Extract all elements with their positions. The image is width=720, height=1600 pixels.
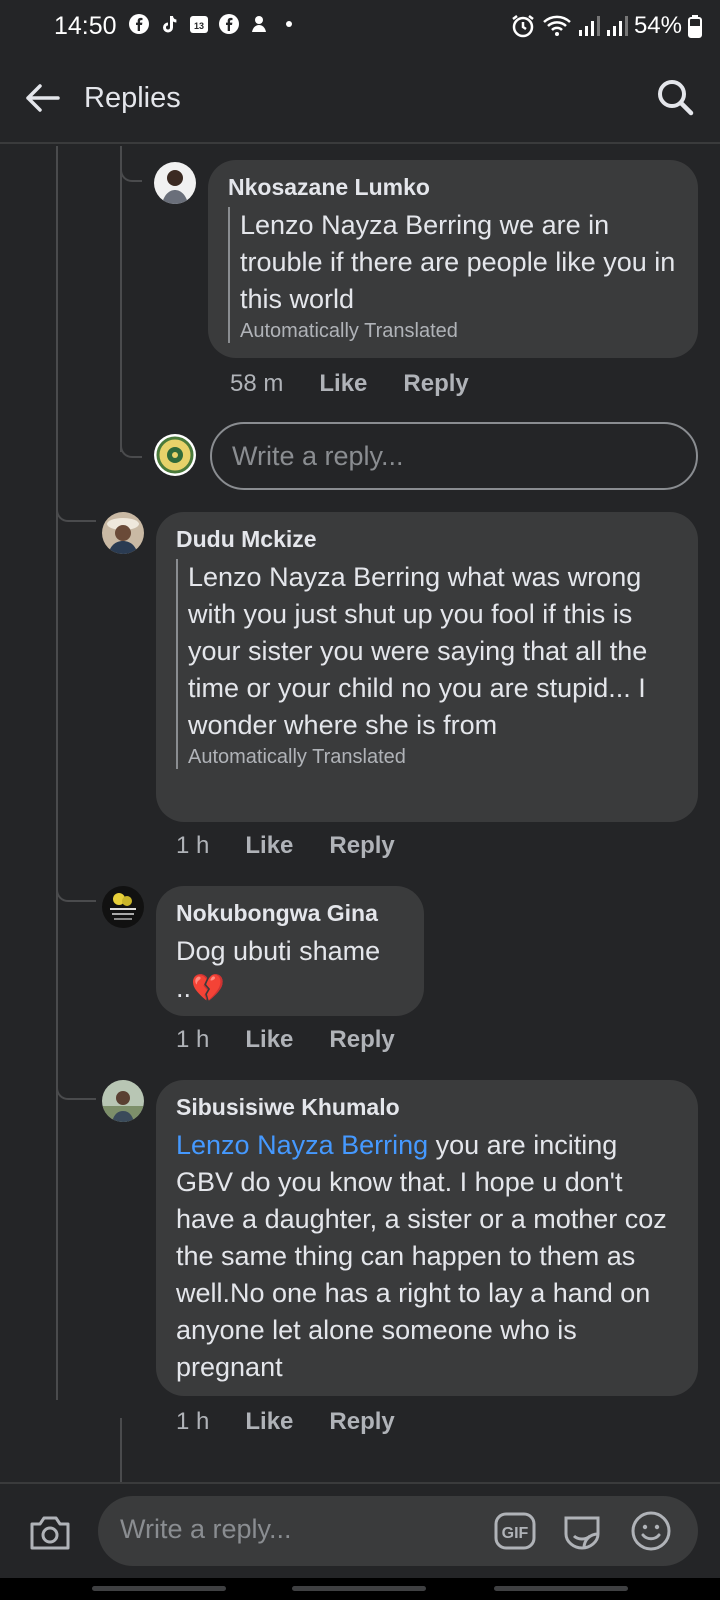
thread-connector (56, 1064, 96, 1100)
status-bar: 14:50 13 54% (0, 0, 720, 52)
thread-line (120, 1418, 122, 1482)
comment-actions: 58 m Like Reply (230, 370, 469, 398)
reply-button[interactable]: Reply (329, 1026, 394, 1054)
tiktok-icon (163, 16, 177, 33)
signal-icon (578, 16, 600, 36)
app-notification-icon (252, 16, 266, 32)
comment-text: Lenzo Nayza Berring we are in trouble if… (240, 210, 676, 314)
thread-connector (56, 866, 96, 902)
calendar-icon: 13 (190, 16, 208, 33)
like-button[interactable]: Like (245, 1408, 293, 1436)
search-icon[interactable] (654, 76, 696, 118)
comment-time[interactable]: 58 m (230, 370, 283, 398)
reply-button[interactable]: Reply (329, 832, 394, 860)
nav-back-button[interactable] (494, 1586, 628, 1591)
comment-bubble[interactable]: Nokubongwa Gina Dog ubuti shame ..💔 (156, 886, 424, 1016)
comment-text-body: you are inciting GBV do you know that. I… (176, 1130, 667, 1382)
nav-home-button[interactable] (292, 1586, 426, 1591)
comment-text: Lenzo Nayza Berring what was wrong with … (188, 562, 648, 740)
like-button[interactable]: Like (319, 370, 367, 398)
sticker-icon[interactable] (560, 1510, 604, 1554)
composer-input[interactable]: Write a reply... GIF (98, 1496, 698, 1566)
svg-text:GIF: GIF (502, 1525, 529, 1542)
comment-actions: 1 h Like Reply (176, 1408, 395, 1436)
comment-quote: Lenzo Nayza Berring what was wrong with … (176, 559, 678, 769)
comment-author[interactable]: Dudu Mckize (176, 526, 678, 553)
more-dot-icon (286, 21, 292, 27)
alarm-icon (512, 15, 534, 38)
emoji-icon[interactable] (630, 1510, 672, 1552)
comment-author[interactable]: Nkosazane Lumko (228, 174, 678, 201)
comment-time[interactable]: 1 h (176, 1026, 209, 1054)
gif-icon[interactable]: GIF (494, 1510, 536, 1552)
comment-text: Dog ubuti shame (176, 936, 381, 966)
comment-actions: 1 h Like Reply (176, 832, 395, 860)
reply-button[interactable]: Reply (403, 370, 468, 398)
svg-text:13: 13 (194, 21, 204, 31)
reply-input[interactable]: Write a reply... (210, 422, 698, 490)
battery-icon (688, 15, 702, 38)
avatar[interactable] (102, 512, 144, 554)
comment-text: Lenzo Nayza Berring you are inciting GBV… (176, 1127, 678, 1386)
avatar[interactable] (154, 162, 196, 204)
comment-author[interactable]: Sibusisiwe Khumalo (176, 1094, 678, 1121)
translation-label[interactable]: Automatically Translated (188, 746, 678, 769)
replies-thread[interactable]: Nkosazane Lumko Lenzo Nayza Berring we a… (0, 146, 720, 1482)
like-button[interactable]: Like (245, 1026, 293, 1054)
comment-quote: Lenzo Nayza Berring we are in trouble if… (228, 207, 678, 343)
system-nav-bar (0, 1578, 720, 1600)
translation-label[interactable]: Automatically Translated (240, 320, 678, 343)
facebook-icon (129, 14, 149, 34)
comment-bubble[interactable]: Nkosazane Lumko Lenzo Nayza Berring we a… (208, 160, 698, 358)
mention-link[interactable]: Lenzo Nayza Berring (176, 1130, 428, 1160)
avatar[interactable] (102, 886, 144, 928)
wifi-icon (543, 15, 571, 36)
reply-composer: Write a reply... GIF (0, 1482, 720, 1578)
comment-text-line2: ..💔 (176, 973, 225, 1003)
thread-line (56, 146, 58, 1400)
battery-percent: 54% (633, 12, 682, 39)
back-arrow-icon[interactable] (22, 78, 62, 118)
status-time: 14:50 (54, 12, 117, 40)
header-bar: Replies (0, 52, 720, 144)
notification-icons: 13 (128, 13, 300, 35)
facebook-icon (219, 14, 239, 34)
comment-time[interactable]: 1 h (176, 1408, 209, 1436)
thread-line (120, 146, 122, 452)
thread-connector (56, 486, 96, 522)
composer-placeholder: Write a reply... (120, 1514, 292, 1544)
current-user-avatar (154, 434, 196, 476)
comment-bubble[interactable]: Dudu Mckize Lenzo Nayza Berring what was… (156, 512, 698, 822)
like-button[interactable]: Like (245, 832, 293, 860)
nav-recents-button[interactable] (92, 1586, 226, 1591)
reply-button[interactable]: Reply (329, 1408, 394, 1436)
signal-icon (606, 16, 628, 36)
status-right: 54% (510, 12, 702, 40)
comment-actions: 1 h Like Reply (176, 1026, 395, 1054)
thread-connector (120, 418, 142, 458)
comment-bubble[interactable]: Sibusisiwe Khumalo Lenzo Nayza Berring y… (156, 1080, 698, 1396)
camera-icon[interactable] (28, 1510, 72, 1554)
reply-input-placeholder: Write a reply... (232, 440, 404, 471)
thread-connector (120, 146, 142, 182)
comment-time[interactable]: 1 h (176, 832, 209, 860)
comment-author[interactable]: Nokubongwa Gina (176, 900, 404, 927)
page-title: Replies (84, 82, 181, 114)
avatar[interactable] (102, 1080, 144, 1122)
